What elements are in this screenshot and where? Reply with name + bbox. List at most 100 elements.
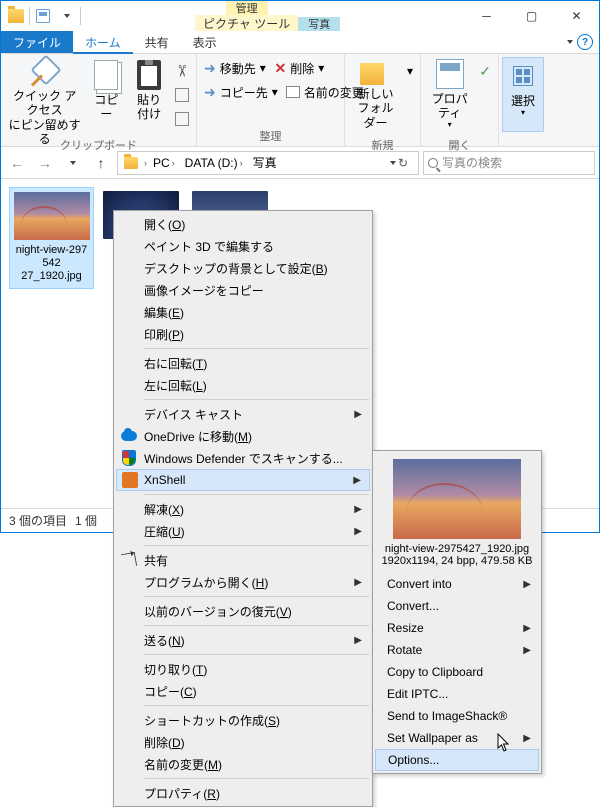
menu-item[interactable]: 解凍(X)▶ [116,498,370,520]
divider [29,7,30,25]
menu-item[interactable]: 左に回転(L) [116,374,370,396]
ribbon-group-organize: ➜移動先 ▾ ✕削除 ▾ ➜コピー先 ▾ 名前の変更 整理 [197,54,345,146]
tab-home[interactable]: ホーム [73,31,133,53]
shield-icon [120,449,138,467]
menu-item[interactable]: Windows Defender でスキャンする... [116,447,370,469]
minimize-button[interactable]: ─ [464,1,509,30]
menu-item[interactable]: 画像イメージをコピー [116,279,370,301]
crumb-photos[interactable]: 写真 [249,152,281,174]
xn-icon [121,471,139,489]
menu-item[interactable]: デスクトップの背景として設定(B) [116,257,370,279]
new-item-button[interactable]: ▾ [403,60,417,82]
ribbon-group-open: プロパティ ▾ ✓ 開く [421,54,499,146]
chevron-right-icon: ▶ [354,526,362,537]
share-icon [120,551,138,569]
preview-thumbnail [393,459,521,539]
menu-item[interactable]: Set Wallpaper as▶ [375,727,539,749]
ribbon-group-clipboard: クイック アクセス にピン留めする コピー 貼り付け ✂ クリップボード [1,54,197,146]
menu-item[interactable]: Rotate▶ [375,639,539,661]
menu-separator [144,596,369,597]
edit-button[interactable] [475,84,495,106]
refresh-icon[interactable]: ↻ [392,156,414,170]
ribbon-group-select: 選択 ▾ [499,54,555,146]
menu-item[interactable]: Convert... [375,595,539,617]
delete-button[interactable]: ✕削除 ▾ [271,57,342,79]
menu-separator [144,348,369,349]
copy-to-button[interactable]: ➜コピー先 ▾ [200,81,282,103]
new-folder-button[interactable]: 新しい フォルダー [348,57,403,132]
menu-separator [144,625,369,626]
back-button[interactable]: ← [5,151,29,175]
quick-access-toolbar [1,1,85,31]
cut-button[interactable]: ✂ [171,60,193,82]
folder-icon[interactable] [5,5,27,27]
menu-item[interactable]: 共有 [116,549,370,571]
search-input[interactable]: 写真の検索 [423,151,595,175]
context-menu: 開く(O)ペイント 3D で編集するデスクトップの背景として設定(B)画像イメー… [113,210,373,807]
menu-item[interactable]: 以前のバージョンの復元(V) [116,600,370,622]
chevron-right-icon: ▶ [523,579,531,590]
up-button[interactable]: ↑ [89,151,113,175]
tab-file[interactable]: ファイル [1,31,73,53]
navbar: ← → ↑ › PC› DATA (D:)› 写真 ↻ 写真の検索 [1,147,599,179]
menu-item[interactable]: Edit IPTC... [375,683,539,705]
recent-dropdown[interactable] [61,151,85,175]
crumb-pc[interactable]: PC› [149,152,179,174]
ribbon-collapse-icon[interactable] [567,40,573,44]
contextual-header-manage: 管理 [226,1,268,15]
image-thumbnail [14,192,90,240]
chevron-right-icon: ▶ [354,409,362,420]
contextual-tabs: 管理 ピクチャ ツール 写真 [195,1,340,31]
menu-item[interactable]: OneDrive に移動(M) [116,425,370,447]
open-button[interactable]: ✓ [475,60,495,82]
menu-item[interactable]: プロパティ(R) [116,782,370,804]
paste-button[interactable]: 貼り付け [127,57,171,132]
search-icon [428,158,438,168]
menu-item[interactable]: 右に回転(T) [116,352,370,374]
menu-item[interactable]: デバイス キャスト▶ [116,403,370,425]
qat-dropdown-icon[interactable] [56,5,78,27]
menu-item[interactable]: ペイント 3D で編集する [116,235,370,257]
copy-path-button[interactable] [171,84,193,106]
menu-separator [144,545,369,546]
menu-item[interactable]: 印刷(P) [116,323,370,345]
select-button[interactable]: 選択 ▾ [502,57,544,132]
menu-item[interactable]: 圧縮(U)▶ [116,520,370,542]
paste-shortcut-button[interactable] [171,108,193,130]
properties-button[interactable]: プロパティ ▾ [424,57,475,132]
menu-item[interactable]: Convert into▶ [375,573,539,595]
help-icon[interactable]: ? [577,34,593,50]
menu-item[interactable]: 編集(E) [116,301,370,323]
pin-to-quick-access-button[interactable]: クイック アクセス にピン留めする [4,57,85,132]
menu-item[interactable]: Copy to Clipboard [375,661,539,683]
tab-share[interactable]: 共有 [133,31,181,53]
divider [80,7,81,25]
menu-separator [144,778,369,779]
file-thumb[interactable]: night-view-297542 27_1920.jpg [9,187,94,289]
copy-button[interactable]: コピー [85,57,127,132]
chevron-right-icon: ▶ [354,504,362,515]
menu-item[interactable]: コピー(C) [116,680,370,702]
menu-item[interactable]: 開く(O) [116,213,370,235]
menu-item[interactable]: プログラムから開く(H)▶ [116,571,370,593]
tab-view[interactable]: 表示 [181,31,229,53]
address-bar[interactable]: › PC› DATA (D:)› 写真 ↻ [117,151,419,175]
menu-item[interactable]: XnShell▶ [116,469,370,491]
forward-button[interactable]: → [33,151,57,175]
contextual-header-photo: 写真 [298,17,340,31]
menu-item[interactable]: Options... [375,749,539,771]
menu-item[interactable]: 削除(D) [116,731,370,753]
close-button[interactable]: ✕ [554,1,599,30]
menu-separator [144,399,369,400]
menu-item[interactable]: Send to ImageShack® [375,705,539,727]
menu-item[interactable]: 名前の変更(M) [116,753,370,775]
menu-item[interactable]: 送る(N)▶ [116,629,370,651]
menu-item[interactable]: ショートカットの作成(S) [116,709,370,731]
menu-item[interactable]: Resize▶ [375,617,539,639]
menu-item[interactable]: 切り取り(T) [116,658,370,680]
tab-picture-tools[interactable]: ピクチャ ツール [195,15,298,31]
maximize-button[interactable]: ▢ [509,1,554,30]
move-to-button[interactable]: ➜移動先 ▾ [200,57,271,79]
properties-icon[interactable] [32,5,54,27]
crumb-drive[interactable]: DATA (D:)› [181,152,247,174]
